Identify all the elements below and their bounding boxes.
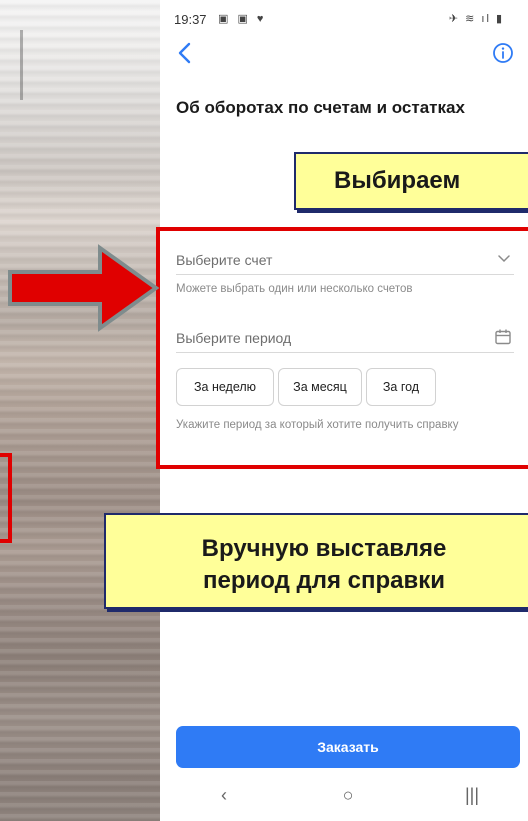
highlight-frame xyxy=(156,227,528,469)
page-title: Об оборотах по счетам и остатках xyxy=(176,98,465,117)
status-time: 19:37 xyxy=(174,12,207,27)
signal-battery-icons: ✈ ≋ ıl ▮ xyxy=(448,13,504,25)
order-button[interactable]: Заказать xyxy=(176,726,520,768)
callout-line-2: период для справки xyxy=(202,567,446,594)
notification-icons: ▣ ▣ ♥ xyxy=(218,13,267,25)
chevron-left-icon[interactable] xyxy=(174,40,196,66)
screen: 19:37 ▣ ▣ ♥ ✈ ≋ ıl ▮ Об оборотах по счет… xyxy=(0,0,528,821)
background-pole xyxy=(20,30,23,100)
callout-choose: Выбираем xyxy=(294,152,528,210)
nav-recent-apps-button[interactable]: ||| xyxy=(452,782,492,808)
callout-line-1: Вручную выставляе xyxy=(201,535,447,562)
nav-back-button[interactable]: ‹ xyxy=(204,782,244,808)
arrow-right-icon xyxy=(8,244,160,332)
system-nav-bar: ‹ ○ ||| xyxy=(160,770,528,821)
background-photo xyxy=(0,0,160,821)
status-bar: 19:37 ▣ ▣ ♥ ✈ ≋ ıl ▮ xyxy=(174,10,514,30)
info-circle-icon[interactable] xyxy=(492,42,514,64)
callout-manual-period: Вручную выставляе период для справки xyxy=(104,513,528,609)
left-highlight-box xyxy=(0,453,12,543)
nav-home-button[interactable]: ○ xyxy=(328,782,368,808)
